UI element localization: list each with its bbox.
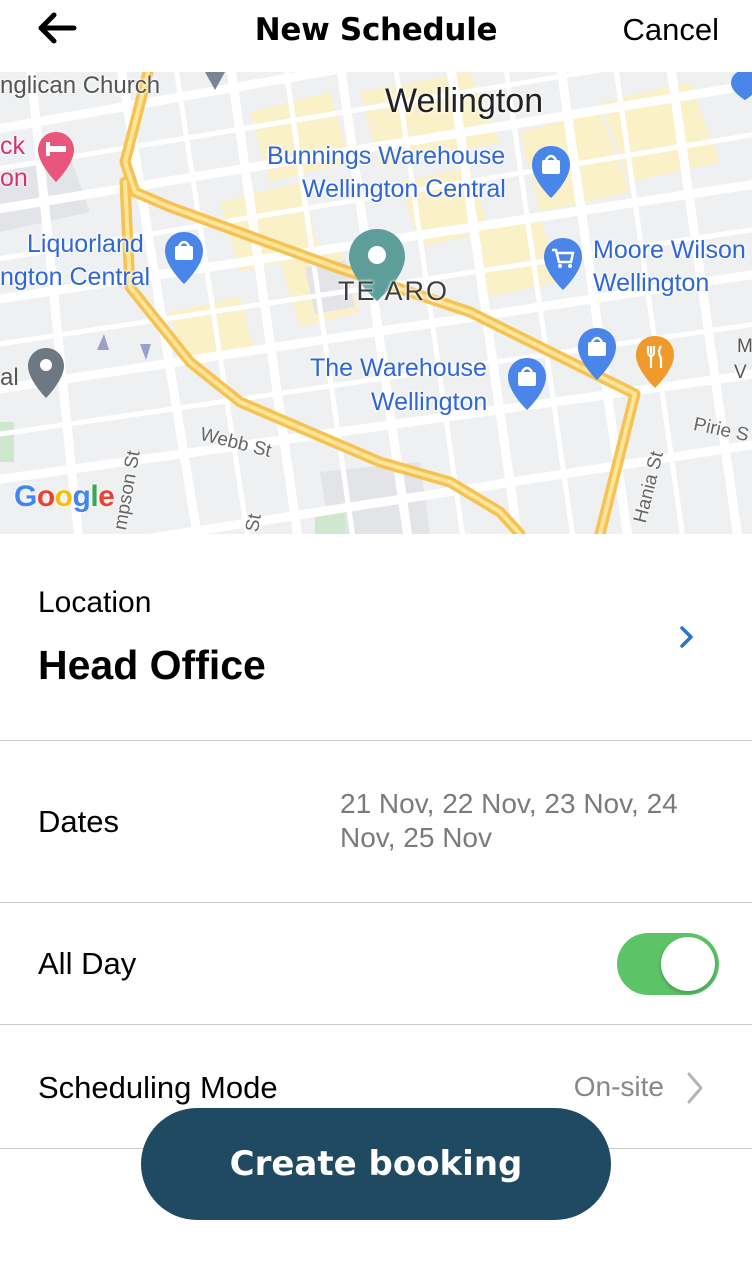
location-row[interactable]: Location Head Office	[0, 534, 752, 741]
restaurant-pin-icon[interactable]	[634, 334, 676, 390]
dates-value: 21 Nov, 22 Nov, 23 Nov, 24 Nov, 25 Nov	[340, 788, 678, 853]
scheduling-mode-label: Scheduling Mode	[38, 1070, 278, 1105]
all-day-label: All Day	[38, 946, 137, 981]
map-label-edge-right-1: M	[737, 336, 752, 357]
shopping-bag-pin-icon[interactable]	[576, 326, 618, 382]
map-label-warehouse-2: Wellington	[371, 388, 488, 416]
map-label-liquorland-2: ngton Central	[0, 263, 151, 291]
map-label-hotel-2: on	[0, 164, 28, 192]
navigation-header: New Schedule Cancel	[0, 0, 752, 72]
map-label-bunnings-1: Bunnings Warehouse	[267, 142, 506, 170]
map-label-hotel-1: ck	[0, 132, 25, 160]
dates-label: Dates	[38, 804, 119, 839]
map-label-city: Wellington	[385, 82, 544, 120]
map-label-warehouse-1: The Warehouse	[310, 354, 487, 382]
shopping-cart-pin-icon[interactable]	[542, 236, 584, 292]
toggle-knob	[661, 937, 715, 991]
map-label-moore-1: Moore Wilson	[593, 236, 746, 264]
chevron-right-icon[interactable]	[684, 1069, 706, 1107]
scheduling-mode-value: On-site	[573, 1071, 664, 1102]
map-label-moore-2: Wellington	[593, 269, 710, 297]
generic-pin-icon[interactable]	[26, 346, 66, 402]
map-view[interactable]: nglican Church Wellington ck on Bunnings…	[0, 72, 752, 534]
all-day-toggle[interactable]	[617, 933, 719, 995]
location-label: Location	[38, 586, 152, 619]
all-day-row: All Day	[0, 903, 752, 1025]
map-label-district: TE ARO	[338, 276, 450, 306]
shopping-bag-pin-icon[interactable]	[163, 230, 205, 286]
map-label-edge-right-2: V	[734, 362, 747, 383]
dates-row[interactable]: Dates 21 Nov, 22 Nov, 23 Nov, 24 Nov, 25…	[0, 741, 752, 903]
shopping-pin-edge-icon[interactable]	[730, 72, 752, 102]
cancel-button[interactable]: Cancel	[623, 12, 720, 48]
map-label-st: St	[242, 512, 266, 534]
map-label-bunnings-2: Wellington Central	[302, 175, 506, 203]
hotel-pin-icon[interactable]	[36, 130, 76, 184]
google-logo: Google	[14, 480, 115, 513]
shopping-bag-pin-icon[interactable]	[506, 356, 548, 412]
chevron-right-icon[interactable]	[676, 622, 698, 652]
shopping-bag-pin-icon[interactable]	[530, 144, 572, 200]
create-booking-button[interactable]: Create booking	[141, 1108, 611, 1220]
location-value: Head Office	[38, 642, 266, 688]
map-label-church: nglican Church	[0, 72, 161, 99]
map-label-edge-left: al	[0, 364, 19, 391]
map-label-liquorland-1: Liquorland	[27, 230, 144, 258]
